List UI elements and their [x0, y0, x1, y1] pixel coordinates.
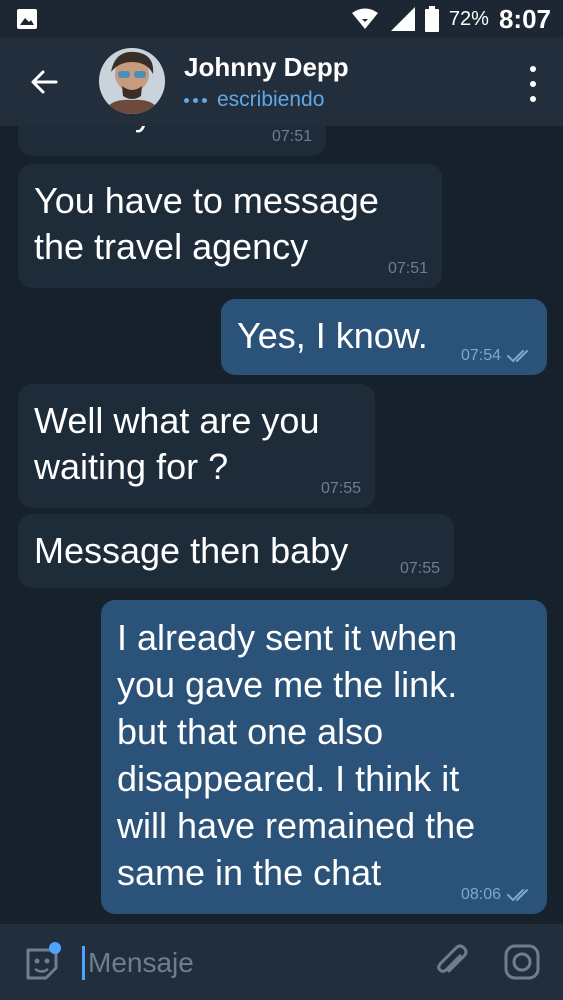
message-input[interactable] [86, 942, 410, 984]
text-caret [82, 946, 85, 980]
message-line: waiting for ? [34, 446, 229, 487]
message-composer [0, 924, 563, 1000]
camera-icon[interactable] [502, 942, 542, 982]
back-arrow-icon [31, 70, 58, 94]
message-bubble-incoming[interactable]: It's July 30th 07:51 [18, 126, 326, 156]
message-list[interactable]: It's July 30th 07:51 You have to message… [0, 126, 563, 924]
message-time: 07:51 [271, 128, 312, 145]
status-bar: 72% 8:07 [0, 0, 563, 38]
typing-dots-icon [184, 97, 207, 103]
contact-name[interactable]: Johnny Depp [184, 52, 349, 83]
paperclip-icon[interactable] [432, 942, 472, 982]
message-line: the travel agency [34, 226, 309, 267]
avatar[interactable] [99, 48, 165, 114]
gallery-icon [17, 9, 37, 29]
more-vertical-icon [530, 66, 536, 102]
message-bubble-incoming[interactable]: You have to message the travel agency 07… [18, 164, 442, 288]
message-text: It's July 30th [34, 126, 233, 136]
typing-status: escribiendo [184, 88, 324, 112]
message-line: will have remained the [117, 805, 476, 846]
message-bubble-incoming[interactable]: Well what are you waiting for ? 07:55 [18, 384, 375, 508]
double-check-icon [507, 889, 528, 902]
battery-icon [424, 6, 439, 32]
message-meta: 08:06 [461, 886, 533, 904]
message-line: Message then baby [34, 530, 349, 571]
message-text: Well what are you waiting for ? [34, 398, 319, 490]
message-line: same in the chat [117, 852, 382, 893]
sticker-badge [49, 942, 61, 954]
message-text: Message then baby [34, 528, 348, 574]
more-menu-button[interactable] [527, 66, 539, 102]
message-meta: 07:55 [321, 480, 361, 498]
message-line: You have to message [34, 180, 379, 221]
status-text: escribiendo [217, 88, 325, 111]
double-check-icon [507, 350, 528, 363]
message-text: Yes, I know. [237, 313, 428, 359]
message-line: Yes, I know. [237, 315, 428, 356]
message-time: 07:51 [387, 260, 428, 277]
clock-time: 8:07 [498, 3, 551, 34]
back-button[interactable] [24, 62, 64, 102]
message-bubble-incoming[interactable]: Message then baby 07:55 [18, 514, 454, 588]
message-line: Well what are you [34, 400, 320, 441]
message-bubble-outgoing[interactable]: I already sent it when you gave me the l… [101, 600, 547, 914]
message-time: 07:55 [320, 480, 361, 497]
message-bubble-outgoing[interactable]: Yes, I know. 07:54 [221, 299, 547, 375]
signal-icon [390, 7, 415, 31]
message-meta: 07:55 [400, 560, 440, 578]
message-time: 08:06 [460, 886, 501, 903]
message-time: 07:55 [399, 560, 440, 577]
message-line: you gave me the link. [117, 664, 458, 705]
message-line: but that one also [117, 711, 384, 752]
message-meta: 07:51 [388, 260, 428, 278]
message-meta: 07:54 [461, 347, 533, 365]
message-line: I already sent it when [117, 617, 458, 658]
message-text: I already sent it when you gave me the l… [117, 614, 475, 896]
message-time: 07:54 [460, 347, 501, 364]
wifi-icon [351, 8, 378, 29]
message-meta: 07:51 [272, 128, 312, 146]
message-text: You have to message the travel agency [34, 178, 379, 270]
battery-percent: 72% [448, 7, 489, 30]
message-line: disappeared. I think it [117, 758, 460, 799]
chat-header: Johnny Depp escribiendo [0, 38, 563, 126]
